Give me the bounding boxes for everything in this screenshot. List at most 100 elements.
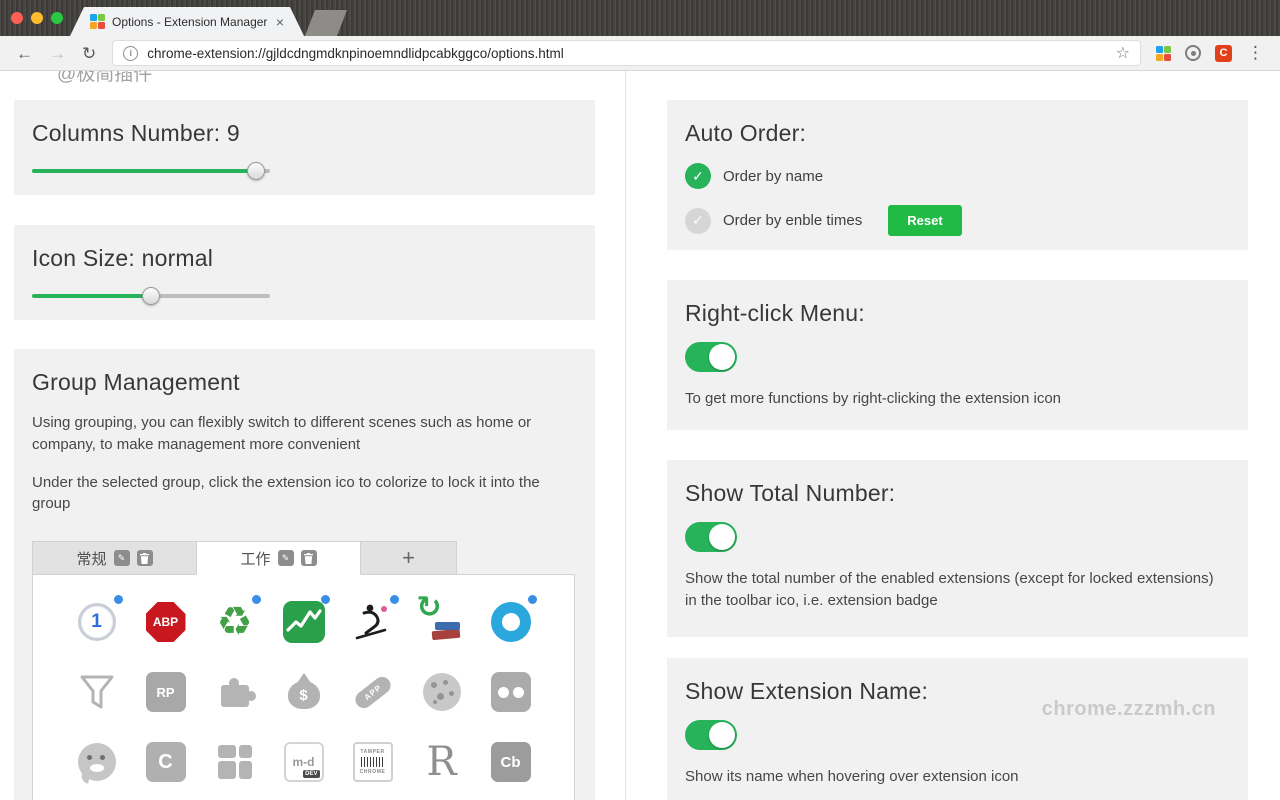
chat-bubble-icon-art [74,739,120,785]
columns-number-card: Columns Number: 9 [14,100,595,195]
chat-bubble-icon[interactable] [62,727,131,797]
layers-refresh-icon[interactable]: ↻ [407,587,476,657]
c-extension-toolbar-icon[interactable]: C [1215,45,1232,62]
tiles-grid-icon[interactable] [200,727,269,797]
order-by-enable-times-check-icon[interactable]: ✓ [685,208,711,234]
watermark-right: chrome.zzzmh.cn [1042,698,1216,721]
browser-tab-bar: Options - Extension Manager × [0,0,1280,36]
1password-icon[interactable]: 1 [62,587,131,657]
delete-group-icon[interactable] [137,550,153,566]
r-serif-icon[interactable]: R [407,727,476,797]
cb-square-icon[interactable]: Cb [476,727,545,797]
tab-title: Options - Extension Manager [112,15,269,29]
order-by-name-check-icon[interactable]: ✓ [685,163,711,189]
group-management-card: Group Management Using grouping, you can… [14,349,595,800]
pulse-chart-icon[interactable] [269,587,338,657]
group-tab-gongzuo[interactable]: 工作 ✎ [196,541,361,575]
delete-group-icon[interactable] [301,550,317,566]
icon-size-title: Icon Size: normal [32,245,577,272]
close-window-button[interactable] [11,12,23,24]
icon-size-slider[interactable] [32,287,270,305]
two-dots-square-icon[interactable] [476,657,545,727]
zoom-window-button[interactable] [51,12,63,24]
recycle-icon[interactable]: ♻ [200,587,269,657]
tab-close-icon[interactable]: × [276,15,284,29]
adblock-plus-icon-art: ABP [143,599,189,645]
add-group-tab[interactable]: + [360,541,457,575]
group-management-title: Group Management [32,369,577,396]
order-by-name-label: Order by name [723,168,823,185]
auto-order-title: Auto Order: [685,120,1230,147]
window-controls [11,12,63,24]
recycle-icon-art: ♻ [212,599,258,645]
slider-fill [32,169,256,173]
badge-dot [252,595,261,604]
c-square-icon-art: C [143,739,189,785]
funnel-icon-art [74,669,120,715]
extension-grid: 1 ABP ♻ ↻ RP $APP Cm-dDEV TAMPERCHROMER Cb [32,574,575,800]
group-tab-label: 常规 [76,548,106,569]
slider-fill [32,294,151,298]
slider-knob[interactable] [142,287,160,305]
address-bar[interactable]: i chrome-extension://gjldcdngmdknpinoemn… [112,40,1141,66]
skitch-sketch-icon[interactable] [338,587,407,657]
cb-square-icon-art: Cb [488,739,534,785]
1password-icon-art: 1 [74,599,120,645]
money-bag-icon-art: $ [281,669,327,715]
group-tab-changgui[interactable]: 常规 ✎ [32,541,197,575]
show-extension-name-toggle[interactable] [685,720,737,750]
options-page: @极简插件 Columns Number: 9 Icon Size: norma… [0,71,1280,800]
browser-tab[interactable]: Options - Extension Manager × [70,7,304,36]
new-tab-button[interactable] [305,10,347,36]
cookie-icon-art [419,669,465,715]
c-square-icon[interactable]: C [131,727,200,797]
reset-button[interactable]: Reset [888,205,961,236]
rename-group-icon[interactable]: ✎ [278,550,294,566]
columns-number-title: Columns Number: 9 [32,120,577,147]
group-desc-1: Using grouping, you can flexibly switch … [32,412,564,456]
show-total-number-desc: Show the total number of the enabled ext… [685,568,1217,612]
back-button[interactable]: ← [16,45,33,62]
slider-knob[interactable] [247,162,265,180]
add-group-label: + [402,545,415,571]
right-click-menu-card: Right-click Menu: To get more functions … [667,280,1248,430]
money-bag-icon[interactable]: $ [269,657,338,727]
right-click-menu-toggle[interactable] [685,342,737,372]
minimize-window-button[interactable] [31,12,43,24]
group-tabs: 常规 ✎ 工作 ✎ + [32,541,577,575]
reload-button[interactable]: ↻ [82,45,96,62]
cookie-icon[interactable] [407,657,476,727]
url-text[interactable]: chrome-extension://gjldcdngmdknpinoemndl… [147,46,1106,61]
watermark-top-left: @极简插件 [57,71,152,86]
columns-number-slider[interactable] [32,162,270,180]
browser-menu-icon[interactable]: ⋮ [1247,43,1264,63]
page-info-icon[interactable]: i [123,46,138,61]
md-dev-icon-art: m-dDEV [281,739,327,785]
extension-manager-toolbar-icon[interactable] [1156,46,1171,61]
right-click-menu-title: Right-click Menu: [685,300,1230,327]
toggle-knob [709,344,735,370]
tamper-chrome-icon[interactable]: TAMPERCHROME [338,727,407,797]
bookmark-star-icon[interactable]: ☆ [1116,43,1130,63]
icon-size-card: Icon Size: normal [14,225,595,320]
rp-square-icon-art: RP [143,669,189,715]
app-clip-icon[interactable]: APP [338,657,407,727]
forward-button[interactable]: → [49,45,66,62]
rp-square-icon[interactable]: RP [131,657,200,727]
rename-group-icon[interactable]: ✎ [114,550,130,566]
tamper-chrome-icon-art: TAMPERCHROME [350,739,396,785]
funnel-icon[interactable] [62,657,131,727]
tiles-grid-icon-art [212,739,258,785]
onetab-ring-icon[interactable] [476,587,545,657]
toggle-knob [709,524,735,550]
onetab-ring-icon-art [488,599,534,645]
circle-extension-toolbar-icon[interactable] [1185,45,1201,61]
show-total-number-toggle[interactable] [685,522,737,552]
group-desc-2: Under the selected group, click the exte… [32,472,564,516]
show-total-number-title: Show Total Number: [685,480,1230,507]
badge-dot [390,595,399,604]
puzzle-piece-icon[interactable] [200,657,269,727]
pulse-chart-icon-art [281,599,327,645]
adblock-plus-icon[interactable]: ABP [131,587,200,657]
md-dev-icon[interactable]: m-dDEV [269,727,338,797]
